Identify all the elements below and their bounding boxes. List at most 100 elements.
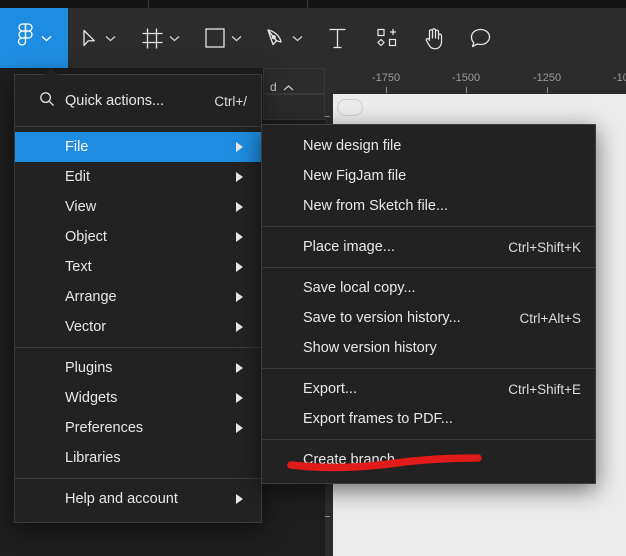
submenu-arrow-icon [236, 322, 243, 332]
menu-item-vector[interactable]: Vector [15, 312, 261, 342]
ruler-tick-label: -1500 [451, 72, 481, 84]
menu-item-label: Widgets [65, 390, 118, 406]
submenu-arrow-icon [236, 142, 243, 152]
menu-item-file[interactable]: File [15, 132, 261, 162]
ruler-tick [386, 87, 387, 93]
ruler-tick [547, 87, 548, 93]
menu-item-place-image[interactable]: Place image... Ctrl+Shift+K [262, 232, 595, 262]
submenu-arrow-icon [236, 172, 243, 182]
menu-item-export-frames-to-pdf[interactable]: Export frames to PDF... [262, 404, 595, 434]
chevron-down-icon[interactable] [231, 35, 242, 42]
menu-item-label: Libraries [65, 450, 121, 466]
menu-item-label: New from Sketch file... [303, 198, 449, 214]
frame-tool[interactable] [142, 8, 180, 68]
menu-item-label: New FigJam file [303, 168, 407, 184]
tab-divider [307, 0, 308, 8]
file-submenu: New design file New FigJam file New from S… [261, 124, 596, 484]
menu-item-label: Text [65, 259, 92, 275]
menu-item-help-and-account[interactable]: Help and account [15, 484, 261, 514]
menu-separator [262, 368, 595, 369]
menu-item-label: Plugins [65, 360, 113, 376]
submenu-arrow-icon [236, 393, 243, 403]
menu-separator [262, 226, 595, 227]
menu-item-label: Arrange [65, 289, 117, 305]
menu-item-view[interactable]: View [15, 192, 261, 222]
window-title-strip [0, 0, 626, 8]
pen-tool[interactable] [265, 8, 303, 68]
chevron-up-icon[interactable] [283, 79, 294, 97]
menu-item-export[interactable]: Export... Ctrl+Shift+E [262, 374, 595, 404]
submenu-arrow-icon [236, 423, 243, 433]
figma-logo-icon [17, 23, 34, 53]
menu-item-preferences[interactable]: Preferences [15, 413, 261, 443]
submenu-arrow-icon [236, 232, 243, 242]
menu-item-plugins[interactable]: Plugins [15, 353, 261, 383]
menu-item-label: Show version history [303, 340, 437, 356]
menu-item-save-to-version-history[interactable]: Save to version history... Ctrl+Alt+S [262, 303, 595, 333]
chevron-down-icon[interactable] [41, 29, 52, 47]
menu-item-shortcut: Ctrl+/ [214, 93, 247, 109]
panel-fragment-label: d [270, 80, 277, 94]
menu-item-shortcut: Ctrl+Alt+S [519, 310, 581, 326]
hand-tool[interactable] [424, 8, 445, 68]
move-tool[interactable] [82, 8, 116, 68]
chevron-down-icon[interactable] [292, 35, 303, 42]
menu-separator [15, 126, 261, 127]
menu-item-label: Edit [65, 169, 90, 185]
resources-tool[interactable] [377, 8, 398, 68]
menu-item-new-figjam-file[interactable]: New FigJam file [262, 161, 595, 191]
layers-panel-row [263, 94, 325, 120]
menu-item-label: Export frames to PDF... [303, 411, 453, 427]
comment-tool[interactable] [470, 8, 491, 68]
chevron-down-icon[interactable] [169, 35, 180, 42]
cursor-arrow-icon [82, 29, 99, 48]
menu-item-create-branch[interactable]: Create branch... [262, 445, 595, 475]
menu-item-label: Vector [65, 319, 107, 335]
menu-item-label: Export... [303, 381, 357, 397]
menu-item-widgets[interactable]: Widgets [15, 383, 261, 413]
menu-item-new-design-file[interactable]: New design file [262, 131, 595, 161]
menu-item-label: Save local copy... [303, 280, 416, 296]
menu-item-label: Place image... [303, 239, 395, 255]
ruler-tick-label: -1000 [612, 72, 626, 84]
menu-item-label: Help and account [65, 491, 178, 507]
menu-item-edit[interactable]: Edit [15, 162, 261, 192]
menu-item-show-version-history[interactable]: Show version history [262, 333, 595, 363]
menu-item-arrange[interactable]: Arrange [15, 282, 261, 312]
menu-item-save-local-copy[interactable]: Save local copy... [262, 273, 595, 303]
menu-separator [262, 439, 595, 440]
submenu-arrow-icon [236, 494, 243, 504]
menu-item-label: Quick actions... [65, 93, 165, 109]
menu-item-label: Create branch... [303, 452, 407, 468]
pen-icon [265, 28, 286, 49]
menu-separator [262, 267, 595, 268]
shape-tool[interactable] [205, 8, 242, 68]
menu-item-quick-actions[interactable]: Quick actions... Ctrl+/ [15, 81, 261, 121]
submenu-arrow-icon [236, 292, 243, 302]
chevron-down-icon[interactable] [105, 35, 116, 42]
menu-item-label: Object [65, 229, 107, 245]
menu-item-label: New design file [303, 138, 402, 154]
ruler-tick [466, 87, 467, 93]
comment-bubble-icon [470, 28, 491, 49]
square-icon [205, 28, 225, 48]
menu-item-shortcut: Ctrl+Shift+K [508, 239, 581, 255]
text-t-icon [328, 28, 347, 49]
figma-logo-button[interactable] [0, 8, 68, 68]
figma-app-window: d -1750 -1500 -1250 -1000 Quick actions... [0, 0, 626, 556]
ruler-tick-label: -1250 [532, 72, 562, 84]
components-plus-icon [377, 28, 398, 49]
text-tool[interactable] [328, 8, 347, 68]
horizontal-ruler: -1750 -1500 -1250 -1000 [325, 68, 626, 95]
menu-item-text[interactable]: Text [15, 252, 261, 282]
menu-separator [15, 478, 261, 479]
ruler-tick-label: -1750 [371, 72, 401, 84]
canvas-object-pill[interactable] [337, 99, 363, 116]
tab-divider [148, 0, 149, 8]
menu-item-libraries[interactable]: Libraries [15, 443, 261, 473]
menu-item-label: Save to version history... [303, 310, 461, 326]
menu-item-object[interactable]: Object [15, 222, 261, 252]
menu-item-label: View [65, 199, 97, 215]
menu-item-new-from-sketch-file[interactable]: New from Sketch file... [262, 191, 595, 221]
submenu-arrow-icon [236, 363, 243, 373]
